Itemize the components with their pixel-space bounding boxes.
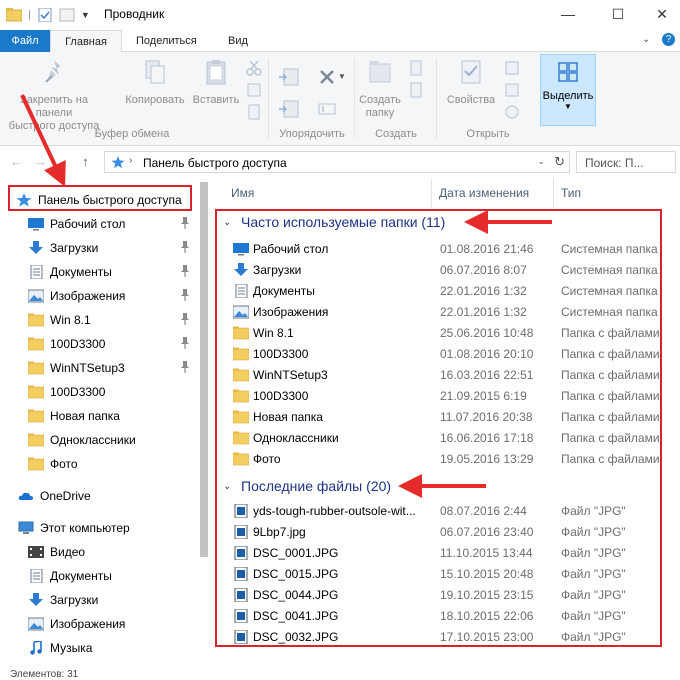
status-text: Элементов: 31 — [10, 669, 79, 680]
status-bar: Элементов: 31 — [0, 669, 680, 680]
arrow-to-quick-access — [20, 94, 66, 187]
annotation-arrows — [20, 94, 552, 498]
